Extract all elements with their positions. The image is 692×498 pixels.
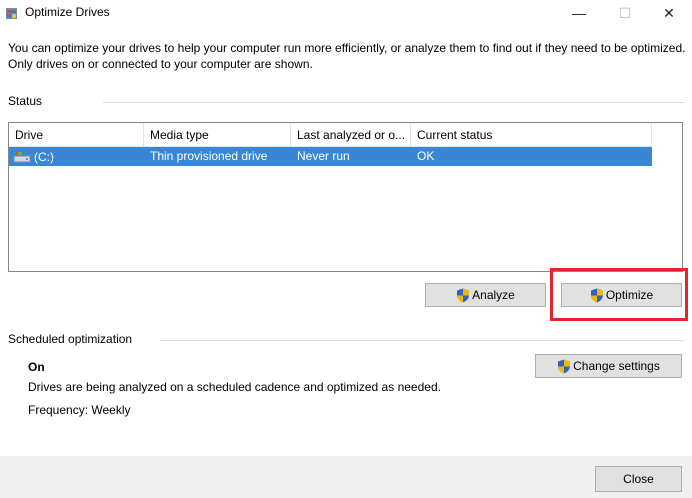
maximize-button[interactable]: ☐: [602, 0, 648, 26]
title-bar: Optimize Drives — ☐ ✕: [0, 0, 692, 30]
table-row[interactable]: (C:) Thin provisioned drive Never run OK: [9, 147, 652, 166]
analyze-label: Analyze: [472, 288, 515, 302]
media-type-cell: Thin provisioned drive: [150, 149, 268, 163]
drive-name: (C:): [34, 149, 54, 164]
minimize-button[interactable]: —: [556, 0, 602, 26]
scheduled-label: Scheduled optimization: [8, 332, 133, 346]
column-header-last-analyzed[interactable]: Last analyzed or o...: [291, 123, 411, 146]
change-settings-label: Change settings: [573, 359, 660, 373]
last-analyzed-cell: Never run: [297, 149, 350, 163]
change-settings-button[interactable]: Change settings: [535, 354, 682, 378]
schedule-state: On: [28, 360, 45, 374]
analyze-button[interactable]: Analyze: [425, 283, 546, 307]
status-divider: [103, 102, 684, 103]
column-header-media-type[interactable]: Media type: [144, 123, 291, 146]
footer-bar: [0, 456, 692, 498]
defrag-app-icon: [6, 8, 17, 19]
close-button[interactable]: Close: [595, 466, 682, 492]
scheduled-divider: [160, 340, 684, 341]
current-status-cell: OK: [417, 149, 435, 163]
column-header-drive[interactable]: Drive: [9, 123, 144, 146]
window-title: Optimize Drives: [25, 5, 110, 19]
highlight-box: [550, 268, 688, 321]
drive-cell: (C:): [9, 147, 144, 166]
status-label: Status: [8, 94, 43, 108]
uac-shield-icon: [558, 359, 571, 373]
uac-shield-icon: [457, 288, 470, 302]
schedule-frequency: Frequency: Weekly: [28, 403, 131, 417]
schedule-detail: Drives are being analyzed on a scheduled…: [28, 380, 441, 394]
close-window-button[interactable]: ✕: [646, 0, 692, 26]
description-text: You can optimize your drives to help you…: [8, 41, 686, 71]
list-header: Drive Media type Last analyzed or o... C…: [9, 123, 652, 147]
column-header-current-status[interactable]: Current status: [411, 123, 652, 146]
drive-list[interactable]: Drive Media type Last analyzed or o... C…: [8, 122, 683, 272]
drive-icon: [13, 151, 31, 162]
